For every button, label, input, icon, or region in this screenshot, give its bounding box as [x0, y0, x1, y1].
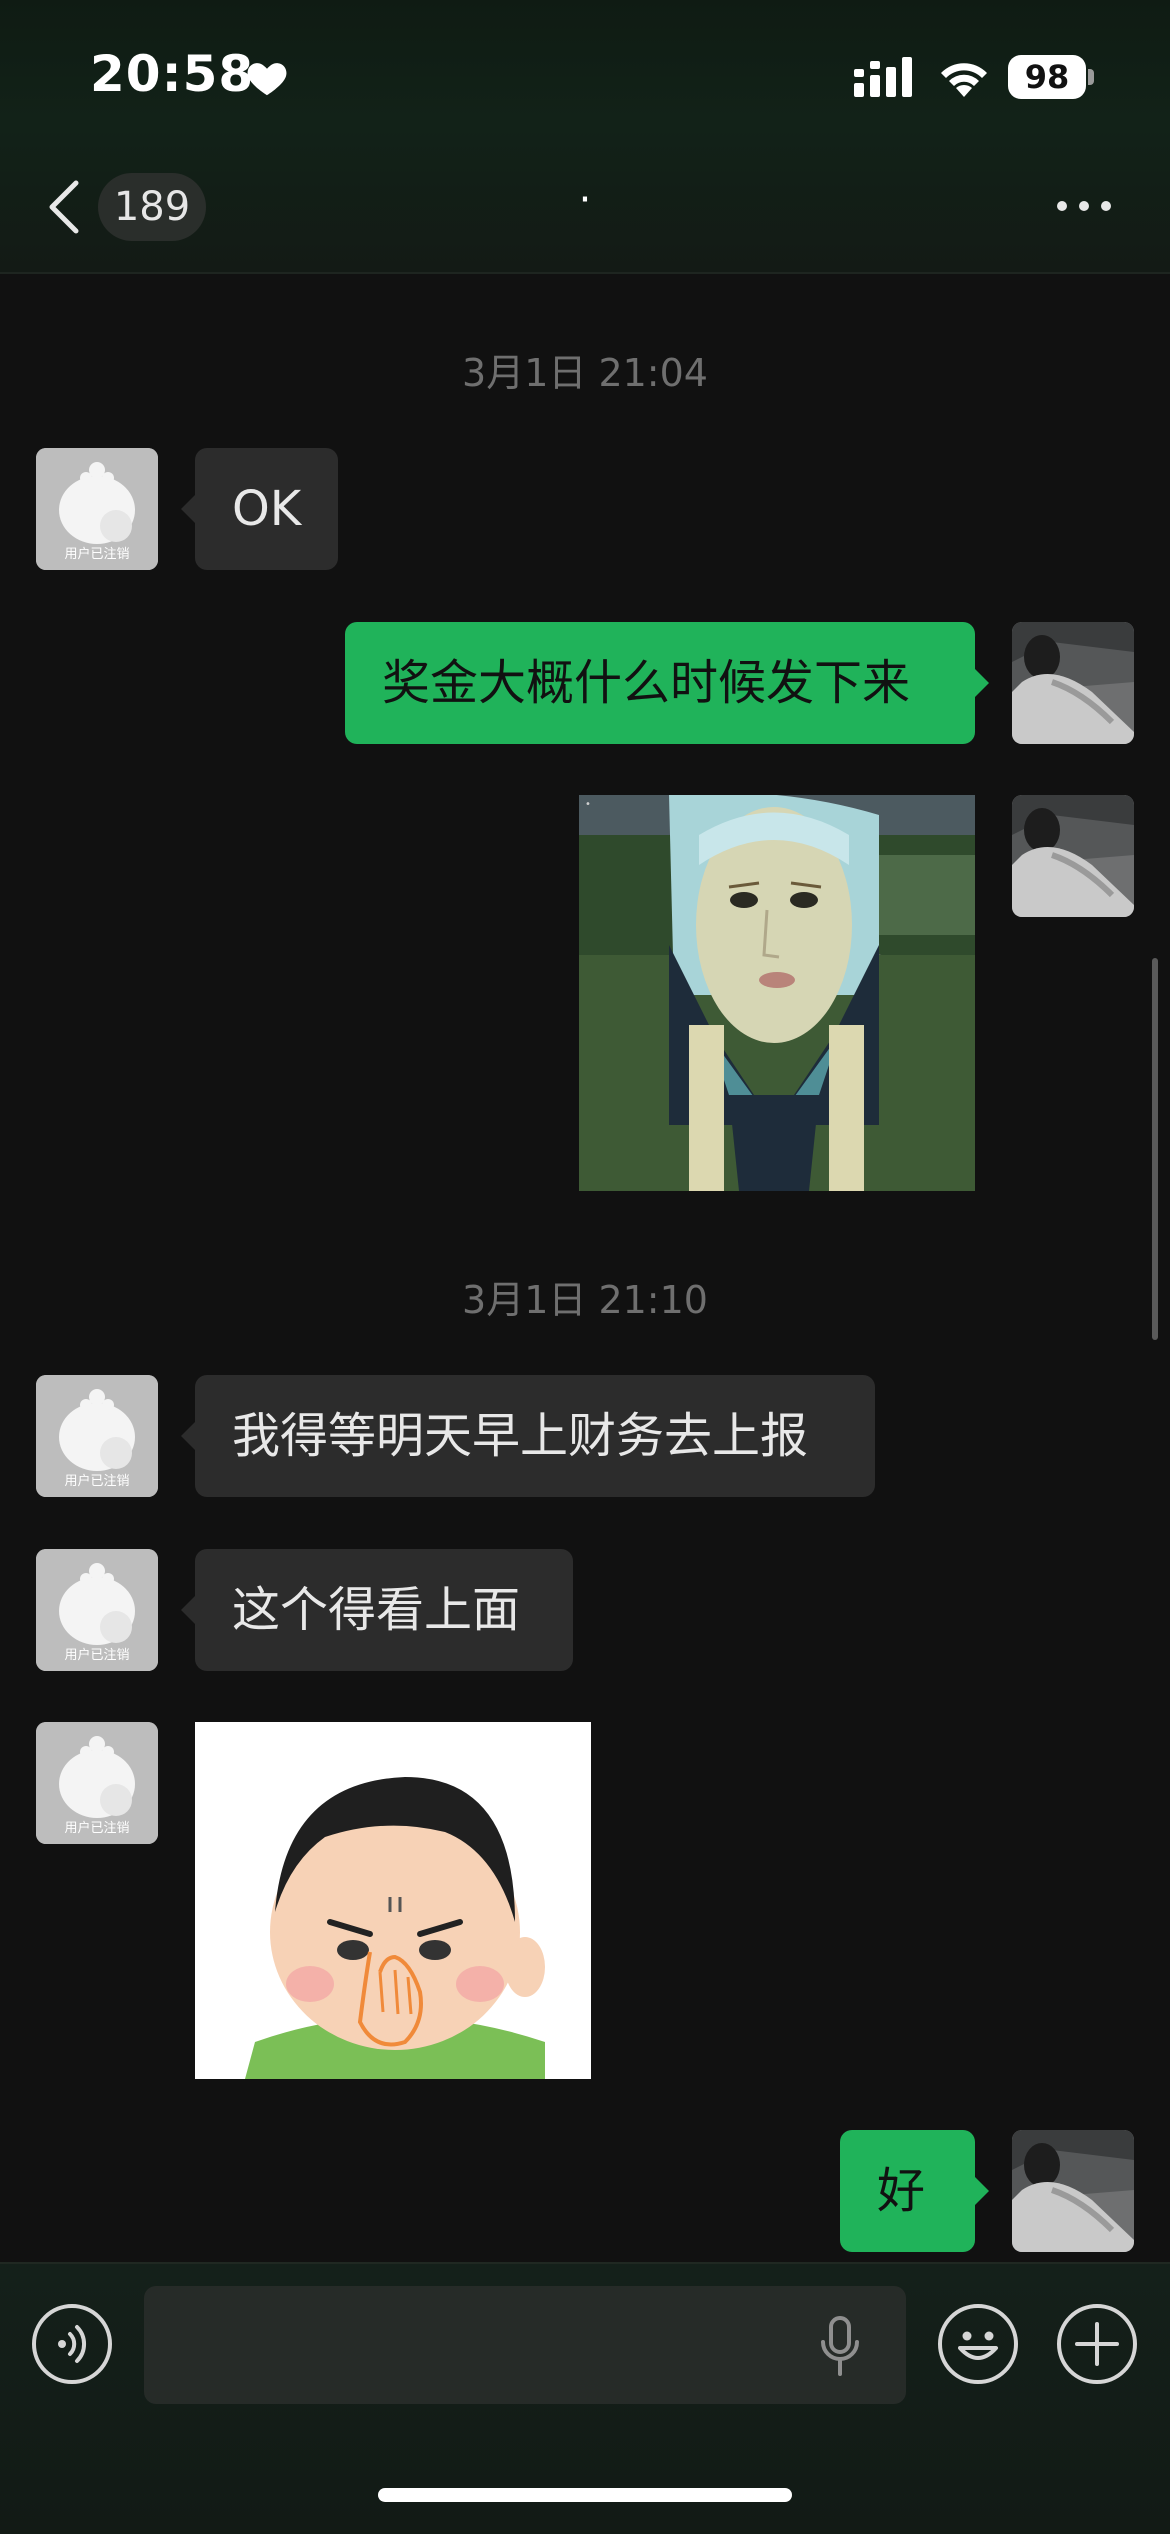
deactivated-user-icon: 用户已注销	[36, 1375, 158, 1497]
my-avatar-photo	[1012, 622, 1134, 744]
avatar[interactable]: 用户已注销	[36, 448, 158, 570]
scrollbar[interactable]	[1152, 958, 1158, 1340]
message-bubble-sent[interactable]: 奖金大概什么时候发下来	[345, 622, 989, 744]
chat-header: 189 ·	[0, 155, 1170, 270]
sent-image-message[interactable]: •	[579, 795, 975, 1191]
sticker-image	[195, 1722, 591, 2079]
mic-icon[interactable]	[818, 2314, 862, 2378]
deactivated-user-icon: 用户已注销	[36, 1722, 158, 1844]
avatar[interactable]: 用户已注销	[36, 1549, 158, 1671]
status-time: 20:58	[90, 45, 255, 103]
sent-image: •	[579, 795, 975, 1191]
unread-count-badge[interactable]: 189	[98, 173, 206, 241]
status-bar: 20:58 98	[0, 0, 1170, 155]
deactivated-label: 用户已注销	[64, 1473, 129, 1489]
emoji-icon	[958, 2331, 998, 2360]
deactivated-user-icon: 用户已注销	[36, 448, 158, 570]
deactivated-label: 用户已注销	[64, 1647, 129, 1663]
message-bubble-received[interactable]: 这个得看上面	[181, 1549, 573, 1671]
plus-button[interactable]	[1057, 2304, 1137, 2384]
chat-title: ·	[578, 177, 592, 223]
my-avatar[interactable]	[1012, 2130, 1134, 2252]
avatar[interactable]: 用户已注销	[36, 1375, 158, 1497]
emoji-button[interactable]	[938, 2304, 1018, 2384]
voice-icon	[58, 2325, 87, 2363]
message-bubble-received[interactable]: 我得等明天早上财务去上报	[181, 1375, 875, 1497]
my-avatar[interactable]	[1012, 795, 1134, 917]
battery-tip	[1088, 69, 1094, 85]
svg-text:•: •	[585, 799, 591, 810]
back-arrow-icon[interactable]	[44, 177, 84, 237]
more-dots-icon[interactable]	[1055, 191, 1113, 221]
my-avatar-photo	[1012, 2130, 1134, 2252]
message-bubble-received[interactable]: OK	[180, 448, 339, 570]
signal-icon	[854, 57, 912, 97]
received-sticker-message[interactable]	[195, 1722, 591, 2079]
message-input[interactable]	[144, 2286, 906, 2404]
timestamp: 3月1日 21:04	[462, 351, 708, 395]
avatar[interactable]: 用户已注销	[36, 1722, 158, 1844]
voice-toggle-button[interactable]	[32, 2304, 112, 2384]
my-avatar-photo	[1012, 795, 1134, 917]
message-bubble-sent[interactable]: 好	[840, 2130, 989, 2252]
timestamp: 3月1日 21:10	[462, 1278, 708, 1322]
deactivated-label: 用户已注销	[64, 1820, 129, 1836]
home-indicator[interactable]	[378, 2488, 792, 2502]
my-avatar[interactable]	[1012, 622, 1134, 744]
deactivated-label: 用户已注销	[64, 546, 129, 562]
plus-icon	[1075, 2322, 1119, 2366]
battery-indicator: 98	[1008, 55, 1094, 99]
top-bar: 20:58 98 189 ·	[0, 0, 1170, 274]
battery-level: 98	[1008, 55, 1086, 99]
deactivated-user-icon: 用户已注销	[36, 1549, 158, 1671]
heart-icon	[247, 63, 287, 96]
wifi-icon	[941, 63, 987, 97]
